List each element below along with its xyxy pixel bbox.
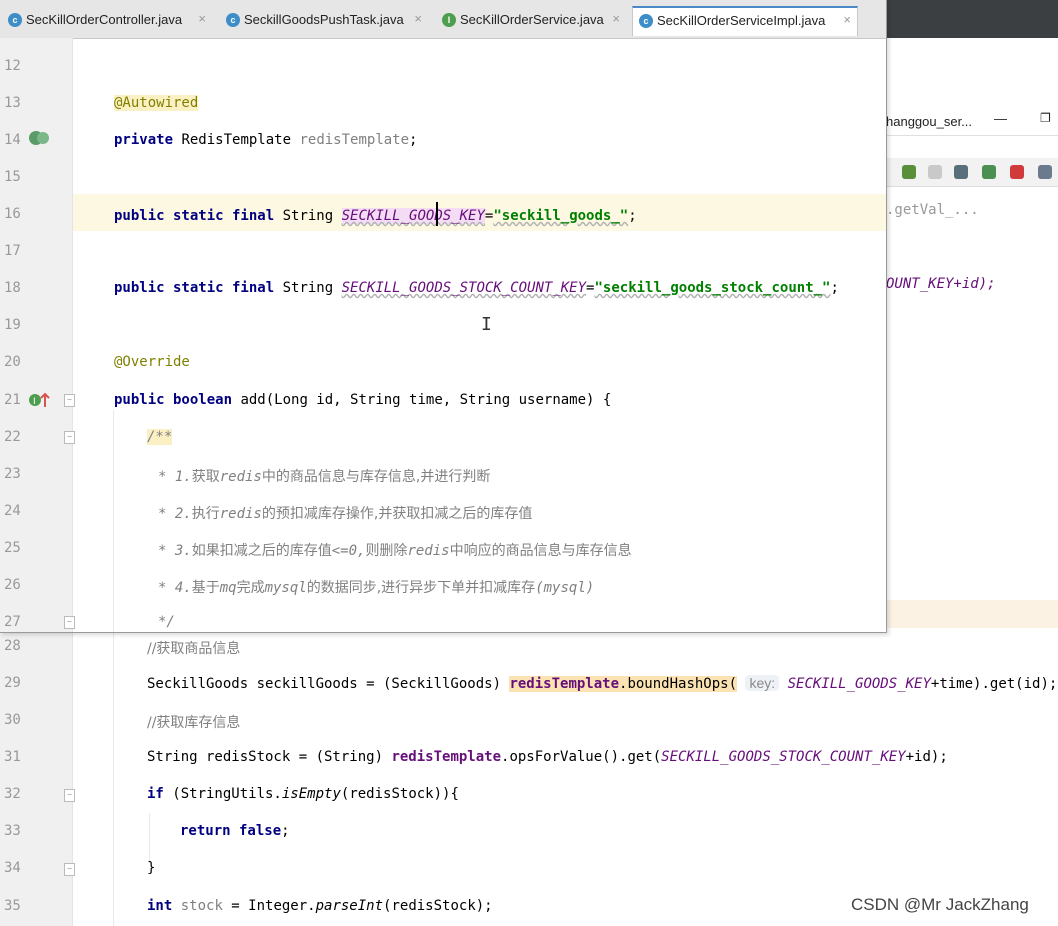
line-number: 21	[4, 392, 21, 408]
line-number: 35	[4, 898, 21, 914]
editor-tab-bar: c SecKillOrderController.java × c Seckil…	[0, 0, 886, 39]
background-code-line: .getVal_...	[886, 202, 979, 218]
code-line[interactable]: String redisStock = (String) redisTempla…	[147, 749, 948, 765]
tab-seckillgoodspushtask[interactable]: c SeckillGoodsPushTask.java ×	[220, 9, 428, 33]
code-line[interactable]: int stock = Integer.parseInt(redisStock)…	[147, 898, 493, 914]
line-number: 18	[4, 280, 21, 296]
code-line[interactable]: */	[158, 614, 175, 630]
tab-label: SecKillOrderServiceImpl.java	[657, 13, 826, 28]
code-line[interactable]: @Autowired	[114, 92, 199, 114]
background-editor: 28 //获取商品信息 29 SeckillGoods seckillGoods…	[0, 628, 1058, 926]
fold-icon[interactable]: −	[64, 863, 75, 876]
code-line[interactable]: SeckillGoods seckillGoods = (SeckillGood…	[147, 670, 1057, 697]
line-number: 22	[4, 429, 21, 445]
line-number: 17	[4, 243, 21, 259]
line-number: 23	[4, 466, 21, 482]
coverage-icon[interactable]	[928, 165, 942, 179]
minimize-button[interactable]: —	[994, 111, 1007, 126]
tab-seckillorderservice[interactable]: I SecKillOrderService.java ×	[436, 9, 626, 33]
attach-icon[interactable]	[982, 165, 996, 179]
class-icon: c	[226, 13, 240, 27]
code-line[interactable]: * 4.基于mq完成mysql的数据同步,进行异步下单并扣减库存(mysql)	[158, 577, 594, 597]
tab-seckillorderserviceimpl[interactable]: c SecKillOrderServiceImpl.java ×	[632, 6, 858, 36]
code-line[interactable]: * 2.执行redis的预扣减库存操作,并获取扣减之后的库存值	[158, 503, 532, 523]
background-code-line: OUNT_KEY+id);	[886, 276, 996, 292]
code-line[interactable]: @Override	[114, 354, 190, 370]
code-line[interactable]: return false;	[180, 823, 290, 839]
debug-icon[interactable]	[902, 165, 916, 179]
code-line[interactable]: * 1.获取redis中的商品信息与库存信息,并进行判断	[158, 466, 490, 486]
line-number: 30	[4, 712, 21, 728]
line-number: 28	[4, 638, 21, 654]
code-line[interactable]: }	[147, 860, 155, 876]
class-icon: c	[8, 13, 22, 27]
close-icon[interactable]: ×	[843, 12, 851, 27]
background-toolbar	[886, 158, 1058, 187]
line-number: 20	[4, 354, 21, 370]
line-number: 25	[4, 540, 21, 556]
line-number: 12	[4, 58, 21, 74]
line-number: 13	[4, 95, 21, 111]
watermark: CSDN @Mr JackZhang	[851, 895, 1029, 914]
code-line[interactable]: public boolean add(Long id, String time,…	[114, 392, 611, 408]
background-highlight	[886, 600, 1058, 628]
fold-icon[interactable]: −	[64, 789, 75, 802]
indent-guide	[113, 410, 114, 632]
parameter-hint: key:	[745, 675, 780, 691]
fold-icon[interactable]: −	[64, 616, 75, 629]
mouse-ibeam-cursor: I	[481, 314, 492, 335]
tab-seckillordercontroller[interactable]: c SecKillOrderController.java ×	[2, 9, 212, 33]
stop-icon[interactable]	[1010, 165, 1024, 179]
background-window-titlebar	[886, 0, 1058, 38]
implements-icon[interactable]: I	[28, 391, 50, 409]
close-icon[interactable]: ×	[612, 11, 620, 26]
editor-window: c SecKillOrderController.java × c Seckil…	[0, 0, 887, 633]
line-number: 15	[4, 169, 21, 185]
code-line[interactable]: /**	[147, 419, 173, 455]
structure-icon[interactable]	[1038, 165, 1052, 179]
code-line[interactable]: //获取库存信息	[147, 712, 240, 732]
line-number: 14	[4, 132, 21, 148]
code-line[interactable]: public static final String SECKILL_GOODS…	[114, 280, 839, 296]
maximize-button[interactable]: ❐	[1040, 111, 1051, 125]
interface-icon: I	[442, 13, 456, 27]
background-window-title: hanggou_ser... — ❐	[886, 109, 1058, 136]
code-line[interactable]: * 3.如果扣减之后的库存值<=0,则删除redis中响应的商品信息与库存信息	[158, 540, 632, 560]
indent-guide	[149, 813, 150, 863]
svg-text:I: I	[33, 397, 36, 407]
line-number: 16	[4, 206, 21, 222]
close-icon[interactable]: ×	[198, 11, 206, 26]
tab-label: SecKillOrderController.java	[26, 12, 183, 27]
profile-icon[interactable]	[954, 165, 968, 179]
line-number: 19	[4, 317, 21, 333]
tab-label: SecKillOrderService.java	[460, 12, 604, 27]
line-number: 31	[4, 749, 21, 765]
line-number: 33	[4, 823, 21, 839]
code-line[interactable]: private RedisTemplate redisTemplate;	[114, 132, 417, 148]
code-line[interactable]: public static final String SECKILL_GOODS…	[114, 206, 637, 226]
background-window-title-text: hanggou_ser...	[886, 114, 973, 129]
line-number: 29	[4, 675, 21, 691]
line-number-gutter	[0, 628, 73, 926]
bean-icon[interactable]	[28, 129, 50, 147]
code-line[interactable]: if (StringUtils.isEmpty(redisStock)){	[147, 786, 459, 802]
fold-icon[interactable]: −	[64, 431, 75, 444]
indent-guide	[113, 628, 114, 926]
line-number: 26	[4, 577, 21, 593]
line-number: 32	[4, 786, 21, 802]
close-icon[interactable]: ×	[414, 11, 422, 26]
tab-label: SeckillGoodsPushTask.java	[244, 12, 404, 27]
code-line[interactable]: //获取商品信息	[147, 638, 240, 658]
fold-icon[interactable]: −	[64, 394, 75, 407]
text-caret	[436, 202, 438, 226]
line-number: 27	[4, 614, 21, 630]
class-icon: c	[639, 14, 653, 28]
line-number: 34	[4, 860, 21, 876]
line-number: 24	[4, 503, 21, 519]
